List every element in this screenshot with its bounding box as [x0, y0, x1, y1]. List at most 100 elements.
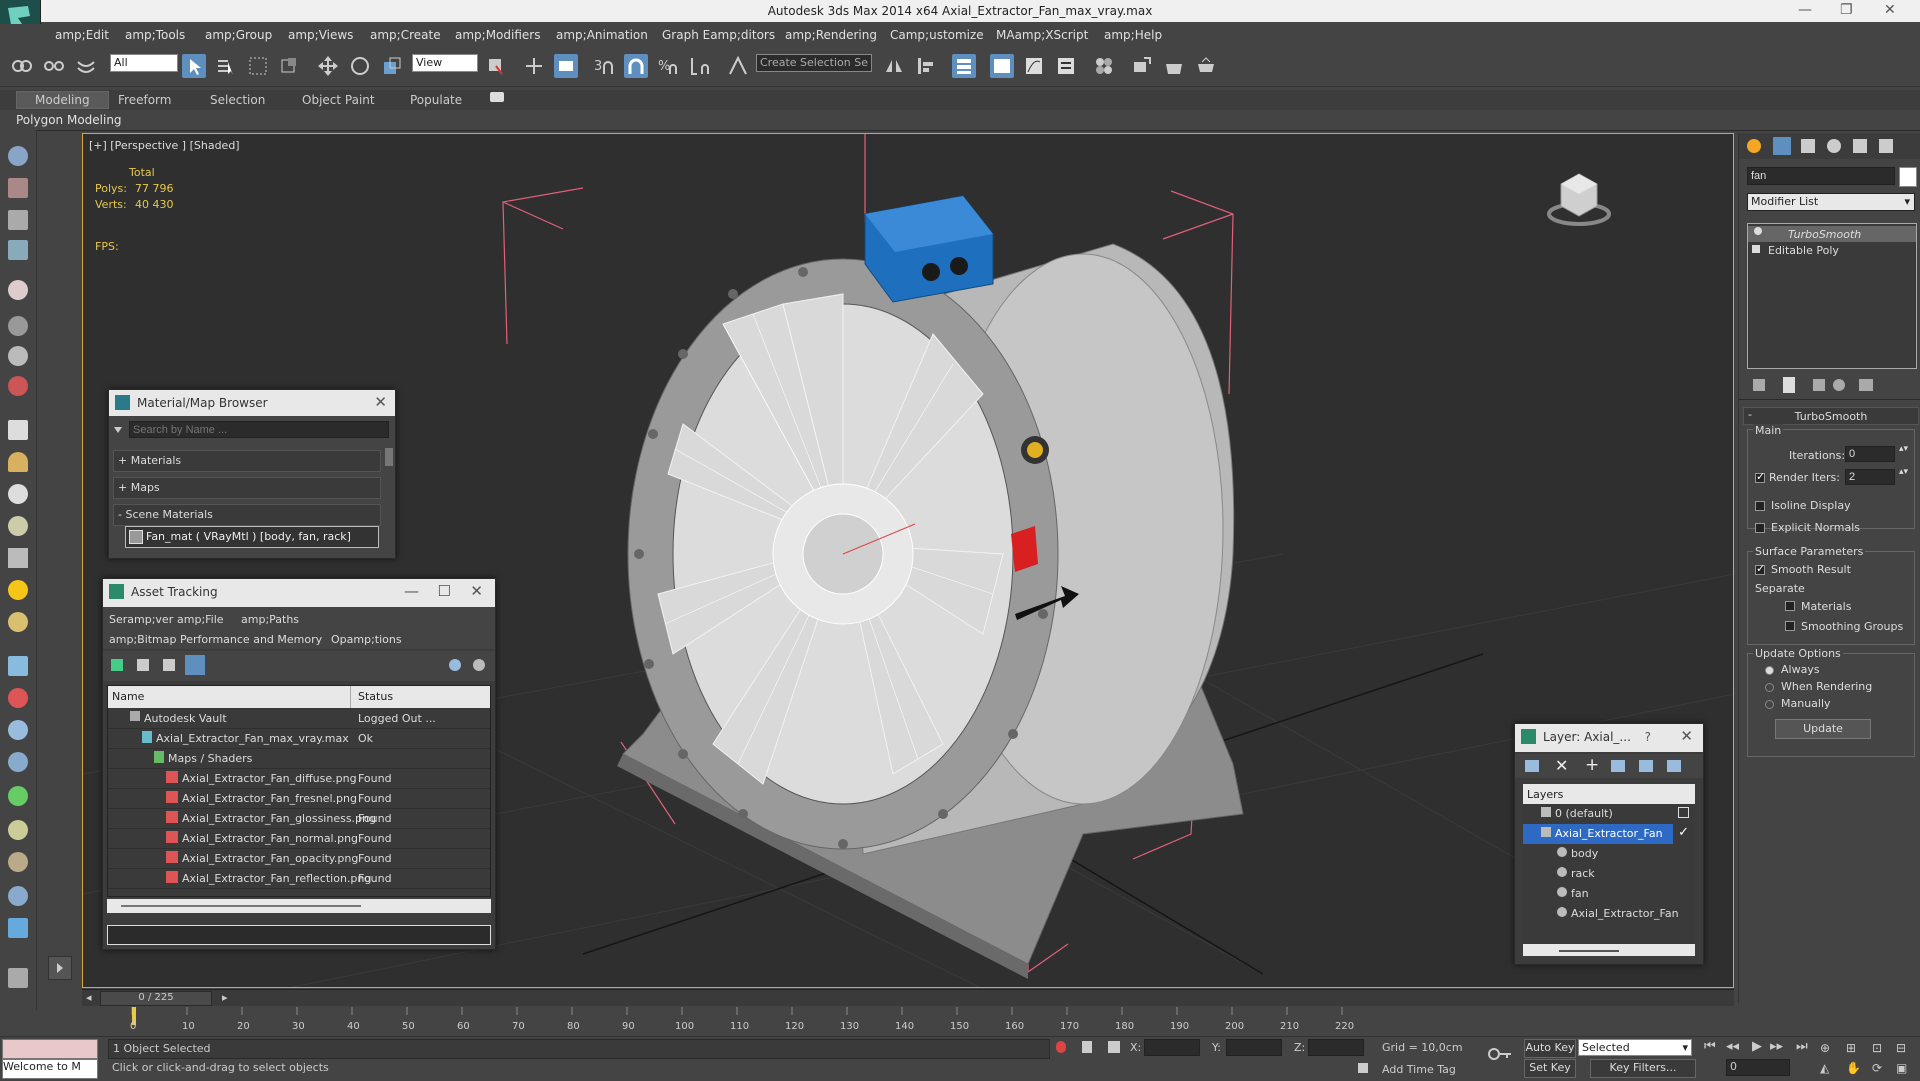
expand-toolbar-button[interactable] [48, 956, 72, 980]
table-row[interactable]: Axial_Extractor_Fan_normal.png Found [108, 828, 490, 849]
modifier-list-dropdown[interactable]: Modifier List ▾ [1747, 193, 1915, 211]
window-crossing-icon[interactable] [278, 54, 302, 78]
named-selection-set-dropdown[interactable]: Create Selection Se [756, 54, 872, 72]
group-maps[interactable]: + Maps [113, 477, 381, 499]
menu-customize[interactable]: Camp;ustomize [890, 28, 984, 42]
tab-object-paint[interactable]: Object Paint [302, 93, 375, 107]
menu-graph-editors[interactable]: Graph Eamp;ditors [662, 28, 775, 42]
make-unique-icon[interactable] [1813, 379, 1825, 391]
minimize-icon[interactable]: — [1798, 2, 1812, 18]
refresh-icon[interactable] [111, 659, 123, 671]
menu-server[interactable]: Seramp;ver [109, 613, 173, 626]
horizontal-scrollbar[interactable] [107, 899, 491, 913]
menu-maxscript[interactable]: MAamp;XScript [996, 28, 1088, 42]
curve-editor-icon[interactable] [1022, 54, 1046, 78]
add-layer-icon[interactable]: + [1585, 755, 1599, 775]
group-materials[interactable]: + Materials [113, 450, 381, 472]
isolate-selection-icon[interactable] [1056, 1041, 1066, 1053]
menu-edit[interactable]: amp;Edit [55, 28, 109, 42]
update-manually-radio[interactable] [1765, 700, 1774, 709]
close-icon[interactable]: ✕ [374, 393, 387, 411]
utilities-tab-icon[interactable] [1879, 139, 1893, 153]
stack-item-editable-poly[interactable]: Editable Poly [1748, 242, 1916, 258]
table-row[interactable]: Axial_Extractor_Fan_reflection.png Found [108, 868, 490, 889]
zoom-extents-icon[interactable]: ⊡ [1872, 1041, 1882, 1055]
object-color-swatch[interactable] [1899, 167, 1917, 187]
help-icon[interactable] [449, 659, 461, 671]
reference-coordinate-dropdown[interactable]: View [412, 54, 478, 72]
cone-icon[interactable] [8, 548, 28, 568]
maxscript-listener-input[interactable]: Welcome to M [2, 1059, 98, 1079]
table-row[interactable]: Axial_Extractor_Fan_opacity.png Found [108, 848, 490, 869]
move-icon[interactable] [316, 54, 340, 78]
close-icon[interactable]: ✕ [1884, 2, 1896, 18]
scene-explorer-icon[interactable] [990, 54, 1014, 78]
gear-icon[interactable] [8, 752, 28, 772]
align-icon[interactable] [914, 54, 938, 78]
menu-file[interactable]: amp;File [177, 613, 224, 626]
maximize-viewport-icon[interactable]: ▣ [1896, 1061, 1907, 1075]
bind-spacewarp-icon[interactable] [74, 54, 98, 78]
particles-icon[interactable] [8, 376, 28, 396]
layer-options-icon[interactable] [1667, 760, 1681, 772]
tab-selection[interactable]: Selection [210, 93, 265, 107]
tab-populate[interactable]: Populate [410, 93, 462, 107]
field-of-view-icon[interactable]: ◭ [1820, 1061, 1829, 1075]
motion-tab-icon[interactable] [1827, 139, 1841, 153]
absolute-mode-icon[interactable] [1108, 1041, 1120, 1053]
next-frame-icon[interactable]: ▸▸ [1770, 1039, 1783, 1054]
key-filters-button[interactable]: Key Filters... [1590, 1059, 1696, 1078]
z-coord-field[interactable] [1308, 1039, 1364, 1056]
close-icon[interactable]: ✕ [470, 582, 483, 600]
chevron-down-icon[interactable] [113, 424, 123, 434]
globe-icon[interactable] [8, 886, 28, 906]
unlink-icon[interactable] [42, 54, 66, 78]
separate-materials-checkbox[interactable] [1785, 601, 1795, 611]
time-tag-icon[interactable] [1358, 1063, 1368, 1073]
ribbon-options-icon[interactable] [490, 92, 504, 102]
minimize-icon[interactable]: — [404, 582, 419, 600]
bones-icon[interactable] [8, 688, 28, 708]
rotate-icon[interactable] [348, 54, 372, 78]
layer-row-axial-extractor-fan[interactable]: Axial_Extractor_Fan [1523, 824, 1673, 844]
delete-layer-icon[interactable]: ✕ [1555, 756, 1568, 775]
menu-options[interactable]: Opamp;tions [331, 633, 402, 646]
previous-frame-icon[interactable]: ◂◂ [1726, 1039, 1739, 1054]
render-icon[interactable] [8, 178, 28, 198]
select-layer-icon[interactable] [1611, 760, 1625, 772]
zoom-all-icon[interactable]: ⊞ [1846, 1041, 1856, 1055]
go-to-end-icon[interactable]: ⏭ [1796, 1039, 1808, 1054]
isoline-display-checkbox[interactable] [1755, 501, 1765, 511]
scale-icon[interactable] [380, 54, 404, 78]
layer-row-axial-extractor-fan-object[interactable]: Axial_Extractor_Fan [1523, 904, 1695, 924]
help-button[interactable]: ? [1645, 730, 1651, 744]
detail-view-icon[interactable] [163, 659, 175, 671]
object-name-field[interactable] [1747, 167, 1895, 185]
add-time-tag-button[interactable]: Add Time Tag [1382, 1063, 1456, 1076]
rect-selection-icon[interactable] [246, 54, 270, 78]
ribbon-polygon-modeling[interactable]: Polygon Modeling [16, 113, 122, 127]
show-end-result-icon[interactable] [1783, 377, 1795, 393]
track-bar[interactable]: 0 10 20 30 40 50 60 70 80 90 100 110 120… [82, 1007, 1734, 1035]
spinner-snap-icon[interactable] [688, 54, 712, 78]
table-row[interactable]: Autodesk Vault Logged Out ... [108, 708, 490, 729]
x-coord-field[interactable] [1144, 1039, 1200, 1056]
select-manipulate-icon[interactable] [522, 54, 546, 78]
remove-modifier-icon[interactable] [1833, 379, 1845, 391]
edit-named-selection-icon[interactable] [726, 54, 750, 78]
browser-scrollbar[interactable] [385, 448, 393, 466]
mirror-icon[interactable] [882, 54, 906, 78]
foliage-icon[interactable] [8, 786, 28, 806]
layers-icon[interactable] [1525, 760, 1539, 772]
current-frame-field[interactable]: 0 [1726, 1059, 1790, 1076]
clipboard-icon[interactable] [8, 968, 28, 988]
render-iters-spinner[interactable] [1845, 469, 1895, 485]
group-scene-materials[interactable]: - Scene Materials [113, 504, 381, 526]
box-icon[interactable] [8, 420, 28, 440]
schematic-view-icon[interactable] [1054, 54, 1078, 78]
selection-filter-dropdown[interactable]: All [110, 54, 178, 72]
menu-paths[interactable]: amp;Paths [241, 613, 299, 626]
render-production-icon[interactable] [1194, 54, 1218, 78]
list-view-icon[interactable] [137, 659, 149, 671]
configure-sets-icon[interactable] [1859, 379, 1873, 391]
